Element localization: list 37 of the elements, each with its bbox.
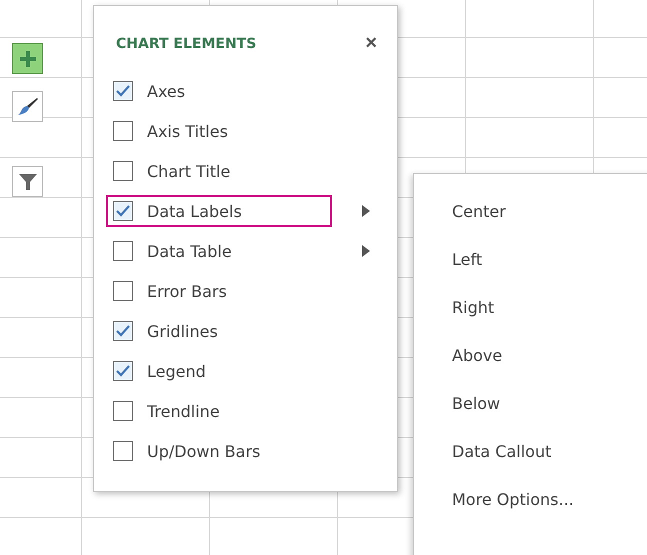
filter-icon	[18, 172, 38, 192]
checkbox[interactable]	[113, 441, 133, 461]
submenu-arrow-icon[interactable]	[362, 205, 370, 217]
chart-element-item[interactable]: Gridlines	[106, 315, 332, 347]
submenu-arrow-icon[interactable]	[362, 245, 370, 257]
chart-element-item[interactable]: Chart Title	[106, 155, 332, 187]
checkbox[interactable]	[113, 321, 133, 341]
checkbox[interactable]	[113, 201, 133, 221]
checkbox[interactable]	[113, 361, 133, 381]
submenu-item[interactable]: Right	[452, 298, 647, 346]
add-element-button[interactable]	[12, 43, 43, 74]
checkbox[interactable]	[113, 121, 133, 141]
submenu-item[interactable]: Center	[452, 202, 647, 250]
close-button[interactable]: ×	[361, 32, 381, 55]
chart-element-item[interactable]: Error Bars	[106, 275, 332, 307]
submenu-item[interactable]: More Options...	[452, 490, 647, 538]
chart-style-button[interactable]	[12, 91, 43, 122]
chart-element-item[interactable]: Axes	[106, 75, 332, 107]
panel-title: CHART ELEMENTS	[116, 36, 256, 52]
checkbox[interactable]	[113, 241, 133, 261]
submenu-item[interactable]: Above	[452, 346, 647, 394]
checkbox[interactable]	[113, 161, 133, 181]
submenu-item[interactable]: Below	[452, 394, 647, 442]
chart-element-item[interactable]: Data Table	[106, 235, 332, 267]
submenu-item[interactable]: Left	[452, 250, 647, 298]
chart-filter-button[interactable]	[12, 166, 43, 197]
plus-icon	[18, 50, 36, 68]
chart-element-item[interactable]: Trendline	[106, 395, 332, 427]
chart-element-item[interactable]: Axis Titles	[106, 115, 332, 147]
chart-element-item[interactable]: Legend	[106, 355, 332, 387]
chart-element-item[interactable]: Up/Down Bars	[106, 435, 332, 467]
checkbox[interactable]	[113, 81, 133, 101]
paintbrush-icon	[16, 96, 38, 116]
submenu-item[interactable]: Data Callout	[452, 442, 647, 490]
chart-element-item[interactable]: Data Labels	[106, 195, 332, 227]
checkbox[interactable]	[113, 401, 133, 421]
checkbox[interactable]	[113, 281, 133, 301]
